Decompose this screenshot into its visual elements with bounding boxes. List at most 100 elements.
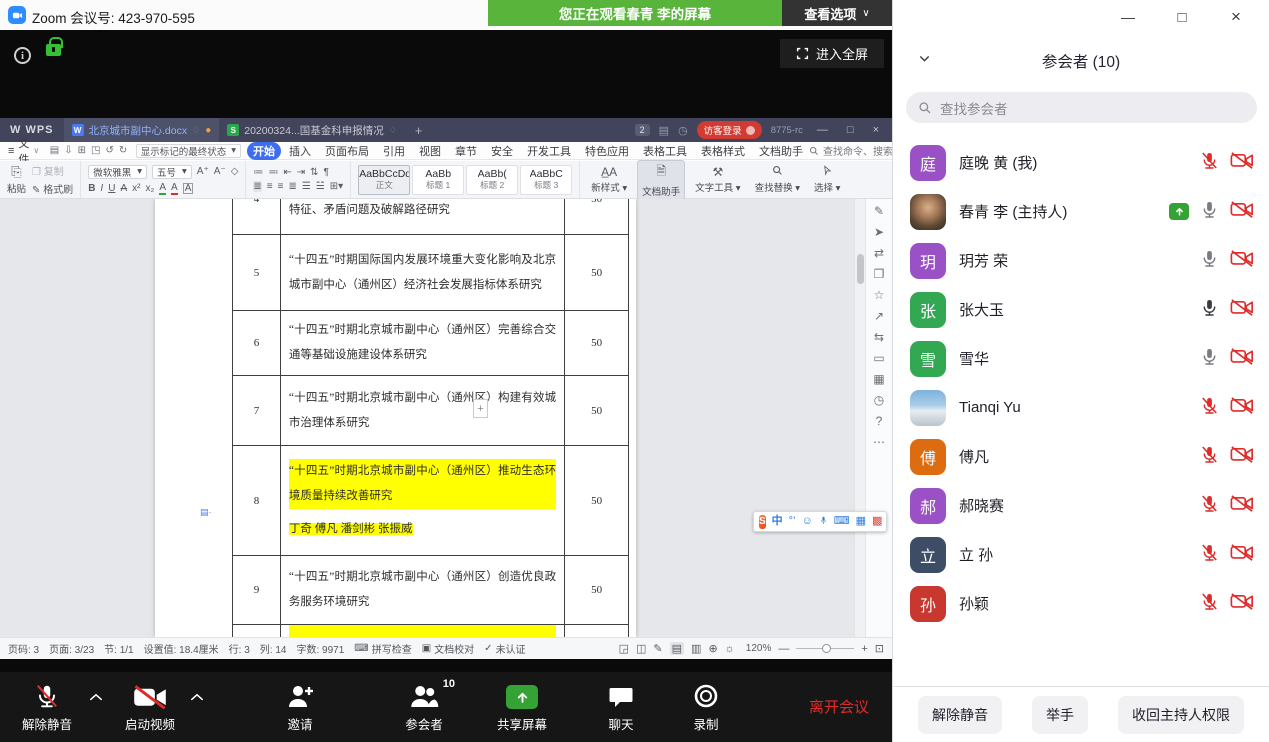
menu-item-章节[interactable]: 章节 [449, 142, 483, 160]
font-size-select[interactable]: 五号▾ [152, 165, 192, 179]
shrink-font-icon[interactable]: A⁻ [214, 166, 226, 177]
share-out-icon[interactable]: ↗ [874, 310, 884, 322]
align-left-icon[interactable]: ≣ [253, 181, 261, 192]
menu-item-文档助手[interactable]: 文档助手 [753, 142, 809, 160]
video-off-icon[interactable] [1230, 494, 1254, 518]
video-off-icon[interactable] [1230, 396, 1254, 420]
toolbar-video-off-button[interactable]: 启动视频 [125, 681, 175, 733]
style-card-标题 3[interactable]: AaBbC标题 3 [520, 165, 572, 195]
video-off-icon[interactable] [1230, 592, 1254, 616]
zoom-in-button[interactable]: + [861, 643, 867, 655]
font-color-button[interactable]: A [171, 182, 178, 195]
convert-icon[interactable]: ⇆ [874, 331, 884, 343]
preview-icon[interactable]: ◳ [89, 145, 103, 156]
video-off-icon[interactable] [1230, 151, 1254, 175]
wps-tab-spreadsheet[interactable]: S 20200324...国基金科申报情况 ♢ [219, 118, 405, 142]
bullet-list-icon[interactable]: ≔ [253, 167, 263, 178]
text-tool-button[interactable]: ⚒︎ 文字工具 ▾ [691, 164, 744, 195]
menu-item-表格工具[interactable]: 表格工具 [637, 142, 693, 160]
ime-toolbox-icon[interactable]: ▩ [872, 516, 882, 527]
participant-row[interactable]: 立立 孙 [893, 530, 1269, 579]
wps-restore-button[interactable]: □ [842, 124, 859, 136]
web-view-icon[interactable]: ⊕ [708, 642, 717, 655]
find-replace-button[interactable]: 查找替换 ▾ [751, 164, 804, 195]
format-painter-button[interactable]: ✎ 格式刷 [32, 181, 73, 196]
participant-row[interactable]: 张张大玉 [893, 285, 1269, 334]
mic-status-icon[interactable] [1200, 543, 1219, 567]
tab-pin-icon[interactable]: ♢ [192, 125, 200, 136]
new-style-button[interactable]: A̲A 新样式 ▾ [587, 164, 631, 195]
style-card-标题 1[interactable]: AaBb标题 1 [412, 165, 464, 195]
menu-item-特色应用[interactable]: 特色应用 [579, 142, 635, 160]
style-card-标题 2[interactable]: AaBb(标题 2 [466, 165, 518, 195]
toolbar-invite-button[interactable]: 邀请 [286, 681, 314, 733]
export-icon[interactable]: ⇩ [62, 145, 75, 156]
video-off-icon[interactable] [1230, 445, 1254, 469]
mic-status-icon[interactable] [1200, 151, 1219, 175]
ime-mode-label[interactable]: 中 [772, 516, 783, 527]
ime-punct-icon[interactable]: °’ [789, 516, 796, 527]
participant-row[interactable]: 傅傅凡 [893, 432, 1269, 481]
track-changes-state-dropdown[interactable]: 显示标记的最终状态 ▾ [136, 144, 241, 158]
menu-item-开发工具[interactable]: 开发工具 [521, 142, 577, 160]
mic-status-icon[interactable] [1200, 347, 1219, 371]
toolbar-share-screen-button[interactable]: 共享屏幕 [497, 681, 547, 733]
toolbar-mic-muted-button[interactable]: 解除静音 [22, 681, 72, 733]
distribute-icon[interactable]: ☰ [302, 181, 311, 192]
grow-font-icon[interactable]: A⁺ [197, 166, 209, 177]
document-scrollbar[interactable] [854, 199, 865, 637]
participant-row[interactable]: 郝郝晓赛 [893, 481, 1269, 530]
mic-status-icon[interactable] [1200, 298, 1219, 322]
doc-assistant-button[interactable]: 🗎︎ 文档助手 [637, 160, 685, 200]
superscript-icon[interactable]: x² [132, 183, 140, 194]
favorite-star-icon[interactable]: ☆ [874, 289, 885, 301]
ime-keyboard-icon[interactable]: ⌨︎ [834, 516, 850, 527]
info-icon[interactable]: i [14, 47, 31, 64]
edit-pen-icon[interactable]: ✎ [874, 205, 884, 217]
outdent-icon[interactable]: ⇤ [283, 167, 291, 178]
print-icon[interactable]: ⊞ [75, 145, 88, 156]
char-border-icon[interactable]: A [183, 183, 194, 194]
zoom-out-button[interactable]: — [778, 643, 789, 655]
new-tab-button[interactable]: + [405, 123, 433, 138]
chevron-up-icon[interactable] [89, 688, 103, 706]
participant-row[interactable]: 玥玥芳 荣 [893, 236, 1269, 285]
print-layout-view-icon[interactable]: ▤ [670, 642, 684, 655]
ime-skin-icon[interactable]: ▦ [856, 516, 866, 527]
mic-status-icon[interactable] [1200, 445, 1219, 469]
outline-view-icon[interactable]: ▥ [691, 642, 701, 655]
select-cursor-icon[interactable]: ➤ [874, 226, 884, 238]
video-off-icon[interactable] [1230, 347, 1254, 371]
video-off-icon[interactable] [1230, 298, 1254, 322]
mic-status-icon[interactable] [1200, 249, 1219, 273]
layout-switch-icon[interactable]: ▤ [659, 124, 669, 137]
shading-icon[interactable]: ☱ [316, 181, 325, 192]
menu-item-页面布局[interactable]: 页面布局 [319, 142, 375, 160]
toolbar-participants-button[interactable]: 10参会者 [405, 681, 443, 733]
align-right-icon[interactable]: ≡ [278, 181, 284, 192]
bold-button[interactable]: B [88, 183, 95, 194]
undo-icon[interactable]: ↺ [103, 145, 116, 156]
maximize-button[interactable]: □ [1155, 9, 1209, 26]
menu-item-视图[interactable]: 视图 [413, 142, 447, 160]
menu-item-表格样式[interactable]: 表格样式 [695, 142, 751, 160]
participant-row[interactable]: Tianqi Yu [893, 383, 1269, 432]
underline-button[interactable]: U [108, 183, 115, 194]
select-button[interactable]: 选择 ▾ [810, 164, 844, 195]
menu-item-引用[interactable]: 引用 [377, 142, 411, 160]
justify-icon[interactable]: ≣ [288, 181, 296, 192]
copy-button[interactable]: ❐︎ 复制 [32, 163, 73, 178]
eye-protect-icon[interactable]: ☼ [725, 643, 735, 655]
enter-fullscreen-button[interactable]: 进入全屏 [780, 39, 884, 68]
show-marks-icon[interactable]: ¶ [324, 167, 329, 178]
menu-item-安全[interactable]: 安全 [485, 142, 519, 160]
mic-status-icon[interactable] [1200, 592, 1219, 616]
history-clock-icon[interactable]: ◷ [874, 394, 884, 406]
toolbar-chat-button[interactable]: 聊天 [608, 681, 634, 733]
swap-icon[interactable]: ⇄ [874, 247, 884, 259]
doc-proof-button[interactable]: ▣文档校对 [422, 641, 474, 656]
save-icon[interactable]: ▤ [47, 145, 61, 156]
mic-status-icon[interactable] [1200, 200, 1219, 224]
sogou-logo-icon[interactable]: S [759, 515, 766, 529]
wps-tab-document[interactable]: W 北京城市副中心.docx ♢ ● [64, 118, 220, 142]
